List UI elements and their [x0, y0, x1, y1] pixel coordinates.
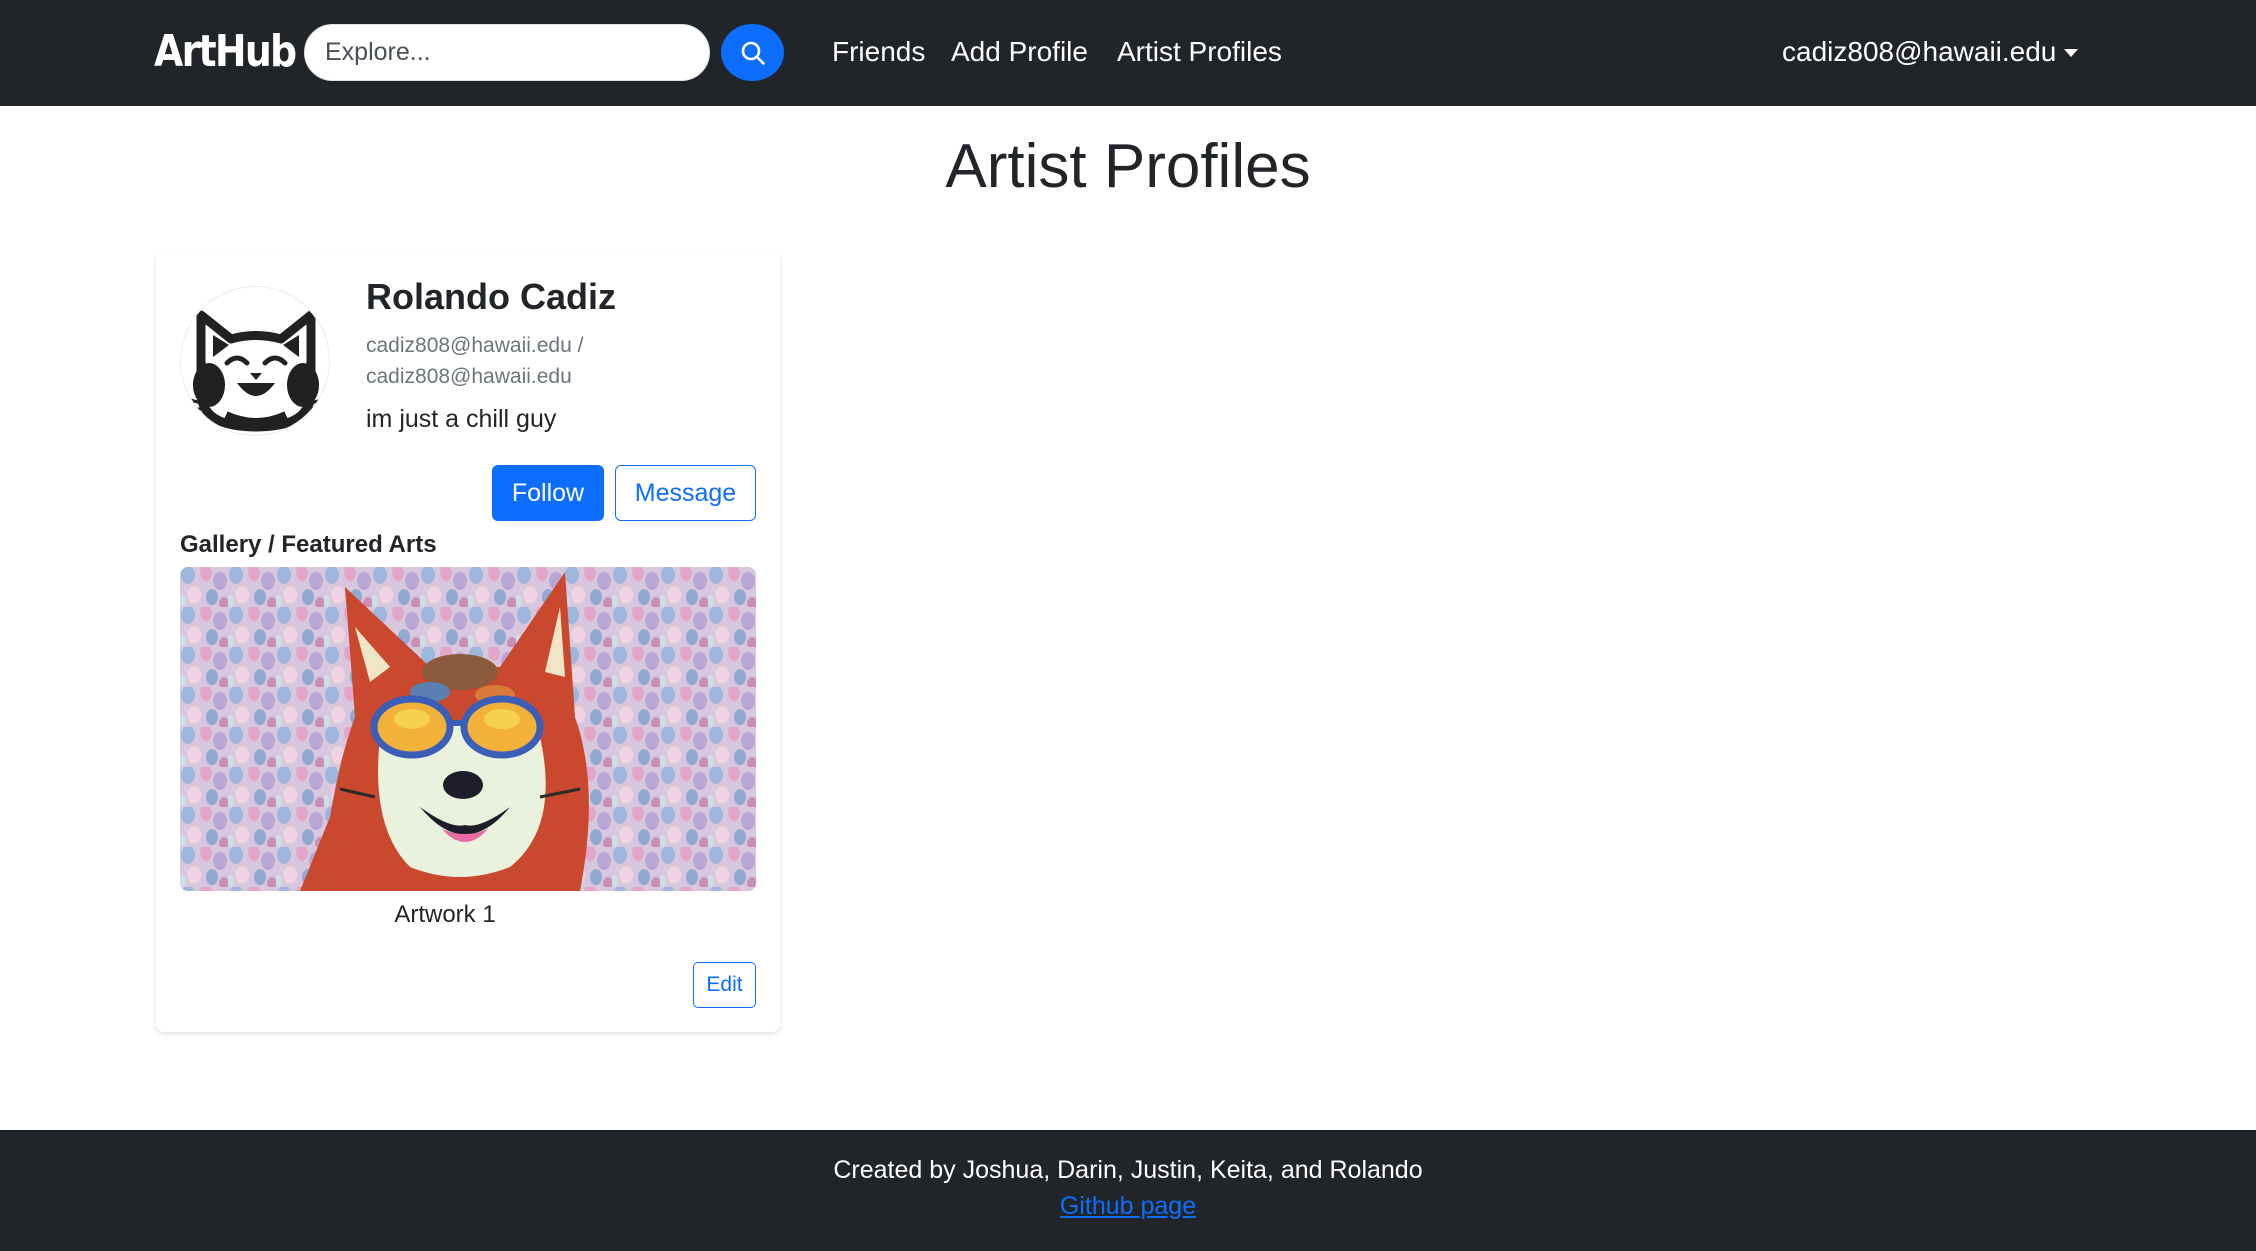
follow-button[interactable]: Follow [492, 465, 604, 521]
footer: Created by Joshua, Darin, Justin, Keita,… [0, 1130, 2256, 1251]
gallery-heading: Gallery / Featured Arts [180, 531, 437, 558]
artwork-caption: Artwork 1 [394, 901, 496, 928]
profile-email: cadiz808@hawaii.edu / cadiz808@hawaii.ed… [366, 330, 626, 392]
profile-email-line: cadiz808@hawaii.edu / [366, 334, 584, 357]
profile-email-line: cadiz808@hawaii.edu [366, 365, 572, 388]
edit-button[interactable]: Edit [693, 962, 756, 1008]
artwork-image[interactable] [180, 567, 756, 891]
profile-card: Rolando Cadiz cadiz808@hawaii.edu / cadi… [156, 252, 780, 1032]
message-button[interactable]: Message [615, 465, 756, 521]
user-email: cadiz808@hawaii.edu [1782, 36, 2057, 67]
top-navbar: ArtHub Friends Add Profile Artist Profil… [0, 0, 2256, 106]
search-icon [741, 41, 765, 65]
nav-link-add-profile[interactable]: Add Profile [951, 32, 1088, 72]
profile-bio: im just a chill guy [366, 405, 557, 433]
nav-link-artist-profiles[interactable]: Artist Profiles [1117, 32, 1282, 72]
profile-name: Rolando Cadiz [366, 276, 616, 317]
footer-credit: Created by Joshua, Darin, Justin, Keita,… [833, 1156, 1423, 1184]
artwork-shiba-painting [180, 567, 756, 891]
search-button[interactable] [721, 24, 784, 81]
caret-down-icon [2064, 49, 2079, 57]
user-dropdown[interactable]: cadiz808@hawaii.edu [1782, 32, 2079, 72]
github-link[interactable]: Github page [1060, 1192, 1196, 1220]
brand-logo[interactable]: ArtHub [154, 22, 297, 82]
cat-face-icon [186, 310, 326, 432]
search-input[interactable] [304, 24, 710, 81]
page-title: Artist Profiles [945, 132, 1311, 201]
avatar [180, 286, 330, 436]
nav-link-friends[interactable]: Friends [832, 32, 925, 72]
